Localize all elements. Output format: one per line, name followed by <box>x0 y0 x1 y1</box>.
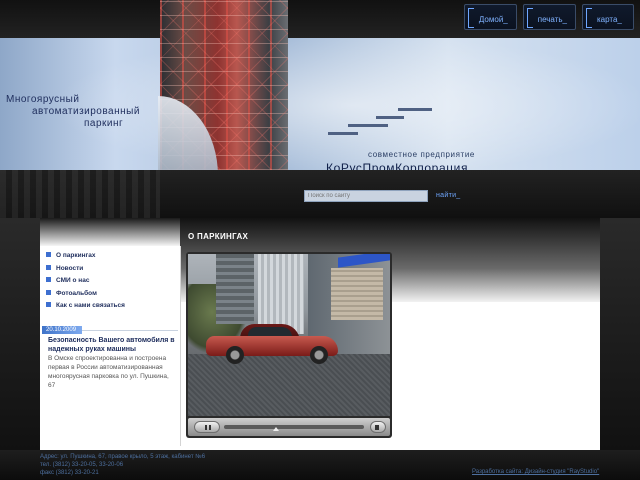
frame-right <box>600 218 640 450</box>
search-input[interactable] <box>304 190 428 202</box>
news-date-badge: 20.10.2009 <box>42 326 82 334</box>
print-link[interactable]: печать_ <box>522 4 576 30</box>
top-bar: Домой_ печать_ карта_ <box>0 0 640 38</box>
news-title-link[interactable]: Безопасность Вашего автомобиля в надежны… <box>48 336 176 354</box>
home-link[interactable]: Домой_ <box>463 4 517 30</box>
bracket-icon <box>586 8 592 28</box>
bullet-icon <box>46 302 51 308</box>
seek-handle[interactable] <box>272 427 279 431</box>
news-text: В Омске спроектированна и построена перв… <box>48 355 169 389</box>
site-title: Многоярусный автоматизированный паркинг <box>6 94 140 129</box>
sidebar-item-news[interactable]: Новости <box>46 263 125 276</box>
search-button[interactable]: найти_ <box>436 192 460 199</box>
column-divider <box>180 246 181 446</box>
seek-bar[interactable] <box>224 425 364 429</box>
sidebar-item-photos[interactable]: Фотоальбом <box>46 288 125 301</box>
pause-icon <box>205 425 211 430</box>
subtitle: совместное предприятие <box>368 150 475 159</box>
speaker-icon <box>375 425 379 430</box>
bracket-icon <box>526 8 533 28</box>
decor-bars <box>328 108 432 140</box>
page: Домой_ печать_ карта_ Многоярусный автом… <box>0 0 640 480</box>
video-player <box>186 252 392 438</box>
sitemap-link[interactable]: карта_ <box>582 4 634 30</box>
bullet-icon <box>46 277 51 283</box>
header-banner: Многоярусный автоматизированный паркинг … <box>0 38 640 188</box>
sidebar-nav: О паркингах Новости СМИ о нас Фотоальбом… <box>46 250 125 313</box>
bullet-icon <box>46 264 51 270</box>
top-nav: Домой_ печать_ карта_ <box>463 4 634 30</box>
video-frame[interactable] <box>188 254 390 416</box>
credits-link[interactable]: Разработка сайта: Дизайн-студия "RayStud… <box>472 469 599 475</box>
footer-address: Адрес: ул. Пушкина, 67, правое крыло, 5 … <box>40 454 206 476</box>
car-image <box>206 322 338 364</box>
sidebar-item-media[interactable]: СМИ о нас <box>46 275 125 288</box>
sidebar-item-contact[interactable]: Как с нами связаться <box>46 300 125 313</box>
bullet-icon <box>46 252 51 258</box>
volume-button[interactable] <box>370 421 386 433</box>
bullet-icon <box>46 289 51 295</box>
pause-button[interactable] <box>194 421 220 433</box>
sidebar-item-about[interactable]: О паркингах <box>46 250 125 263</box>
page-title: О ПАРКИНГАХ <box>188 232 249 241</box>
bracket-icon <box>467 8 474 28</box>
frame-left <box>0 218 40 450</box>
player-controls <box>188 418 390 436</box>
